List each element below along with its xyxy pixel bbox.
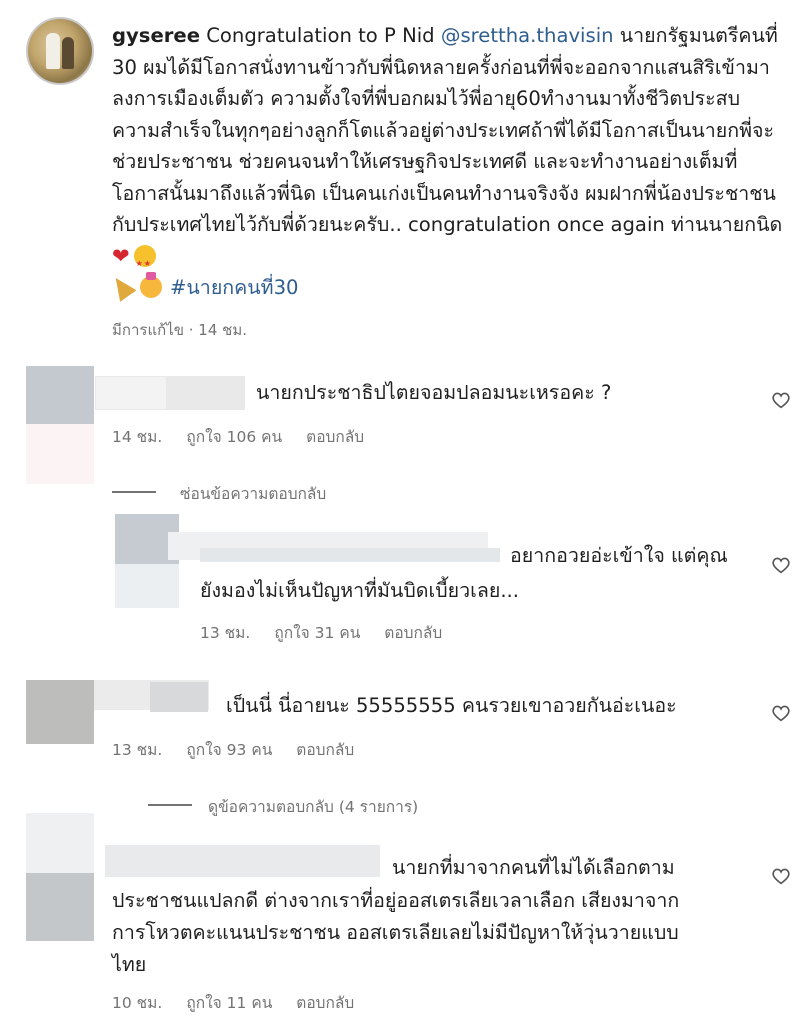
comment3-meta: 10 ชม. ถูกใจ 11 คน ตอบกลับ <box>112 990 378 1015</box>
comment1-reply-button[interactable]: ตอบกลับ <box>306 428 364 446</box>
post-username[interactable]: gyseree <box>112 24 200 47</box>
reply1-meta: 13 ชม. ถูกใจ 31 คน ตอบกลับ <box>200 620 466 645</box>
reply1-text-line2: ยังมองไม่เห็นปัญหาที่มันบิดเบี้ยวเลย... <box>200 579 520 602</box>
comment3-username-redacted[interactable] <box>105 845 380 877</box>
thread1-toggle[interactable]: ซ่อนข้อความตอบกลับ <box>180 481 326 506</box>
comment3-time: 10 ชม. <box>112 994 163 1012</box>
thread2-toggle[interactable]: ดูข้อความตอบกลับ (4 รายการ) <box>208 794 418 819</box>
post-avatar[interactable] <box>26 17 94 85</box>
comment3-avatar-top <box>26 813 94 873</box>
comment1-avatar-blur <box>26 424 94 484</box>
reply1-reply-button[interactable]: ตอบกลับ <box>384 624 442 642</box>
red-heart-icon: ❤ <box>112 243 130 268</box>
comment1-like-heart-icon[interactable] <box>771 391 791 409</box>
thread2-divider <box>148 804 192 806</box>
comment3-likes[interactable]: ถูกใจ 11 คน <box>186 994 272 1012</box>
comment3-text-line1: นายกที่มาจากคนที่ไม่ได้เลือกตาม <box>392 856 675 879</box>
comment3-text-line2: ประชาชนแปลกดี ต่างจากเราที่อยู่ออสเตรเลี… <box>112 889 680 912</box>
party-popper-icon <box>107 272 137 302</box>
reply1-avatar-blur <box>115 564 179 608</box>
comment2-username-redacted-part <box>150 682 208 712</box>
reply1-time: 13 ชม. <box>200 624 251 642</box>
comment2-time: 13 ชม. <box>112 741 163 759</box>
comment1-text: นายกประชาธิปไตยจอมปลอมนะเหรอคะ ? <box>256 381 612 404</box>
comment2-avatar[interactable] <box>26 680 94 744</box>
comment3-text-line4: ไทย <box>112 953 147 976</box>
comment1-avatar[interactable] <box>26 366 94 424</box>
comment1-username-redacted-part <box>96 377 166 409</box>
comment2-reply-button[interactable]: ตอบกลับ <box>296 741 354 759</box>
comment2-text: เป็นนี่ นี่อายนะ 55555555 คนรวยเขาอวยกัน… <box>226 694 677 717</box>
partying-face-icon <box>140 272 162 298</box>
comment1-meta: 14 ชม. ถูกใจ 106 คน ตอบกลับ <box>112 424 388 449</box>
star-struck-face-icon <box>133 244 156 279</box>
comment1-likes[interactable]: ถูกใจ 106 คน <box>186 428 282 446</box>
avatar-figure-dark <box>62 37 74 69</box>
comment3-avatar[interactable] <box>26 873 94 941</box>
caption-lead: Congratulation to P Nid <box>200 24 441 47</box>
post-edited-meta: มีการแก้ไข · 14 ชม. <box>112 321 247 339</box>
reply1-mention-redacted <box>200 548 500 562</box>
reply1-text-line1: อยากอวยอ่ะเข้าใจ แต่คุณ <box>510 544 728 567</box>
avatar-figure-light <box>46 33 60 69</box>
mention-link[interactable]: @srettha.thavisin <box>441 24 614 47</box>
comment3-text-line3: การโหวตคะแนนประชาชน ออสเตรเลียเลยไม่มีปั… <box>112 921 679 944</box>
comment3-like-heart-icon[interactable] <box>771 867 791 885</box>
comment2-like-heart-icon[interactable] <box>771 704 791 722</box>
comment1-time: 14 ชม. <box>112 428 163 446</box>
comment3-reply-button[interactable]: ตอบกลับ <box>296 994 354 1012</box>
thread1-divider <box>112 491 156 493</box>
comment2-likes[interactable]: ถูกใจ 93 คน <box>186 741 272 759</box>
comment2-meta: 13 ชม. ถูกใจ 93 คน ตอบกลับ <box>112 737 378 762</box>
reply1-likes[interactable]: ถูกใจ 31 คน <box>274 624 360 642</box>
reply1-like-heart-icon[interactable] <box>771 556 791 574</box>
post-caption: gyseree Congratulation to P Nid @srettha… <box>107 20 784 304</box>
hashtag-link[interactable]: #นายกคนที่30 <box>170 276 299 299</box>
caption-body: นายกรัฐมนตรีคนที่ 30 ผมได้มีโอกาสนั่งทาน… <box>112 24 783 236</box>
